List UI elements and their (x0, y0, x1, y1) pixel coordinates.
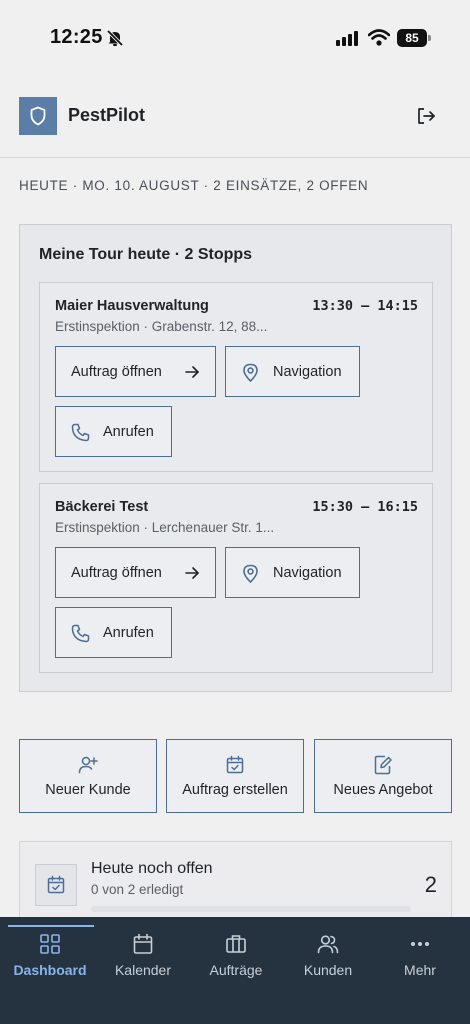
navigation-label: Navigation (273, 564, 342, 581)
nav-orders[interactable]: Aufträge (189, 917, 283, 987)
tour-panel: Meine Tour heute · 2 Stopps Maier Hausve… (19, 224, 452, 692)
create-order-button[interactable]: Auftrag erstellen (166, 739, 304, 813)
call-button[interactable]: Anrufen (55, 607, 172, 658)
tour-stop: Bäckerei Test 15:30 – 16:15 Erstinspekti… (39, 483, 433, 673)
calendar-check-icon (47, 875, 65, 894)
call-label: Anrufen (103, 624, 154, 641)
map-pin-icon (243, 564, 258, 583)
status-bar: 12:25 85 (0, 0, 470, 72)
app-header: PestPilot (0, 95, 470, 158)
new-customer-button[interactable]: Neuer Kunde (19, 739, 157, 813)
app-logo (19, 97, 57, 135)
nav-calendar[interactable]: Kalender (96, 917, 190, 987)
cellular-signal-icon (336, 31, 358, 46)
open-order-button[interactable]: Auftrag öffnen (55, 547, 216, 598)
calendar-icon (133, 933, 153, 954)
nav-customers-label: Kunden (303, 962, 353, 978)
user-plus-icon (78, 756, 98, 774)
app-title: PestPilot (68, 105, 146, 125)
nav-calendar-label: Kalender (114, 962, 172, 978)
briefcase-icon (226, 935, 246, 953)
nav-customers[interactable]: Kunden (281, 917, 375, 987)
map-pin-icon (243, 363, 258, 382)
navigation-label: Navigation (273, 363, 342, 380)
open-today-subtitle: 0 von 2 erledigt (91, 882, 184, 897)
stop-time: 15:30 – 16:15 (312, 499, 418, 515)
phone-icon (71, 423, 90, 442)
stop-subtitle: Erstinspektion · Lerchenauer Str. 1... (55, 520, 275, 535)
tour-stop: Maier Hausverwaltung 13:30 – 14:15 Ersti… (39, 282, 433, 472)
new-quote-label: Neues Angebot (333, 782, 433, 798)
arrow-right-icon (185, 366, 199, 378)
open-today-count: 2 (424, 872, 437, 897)
navigation-button[interactable]: Navigation (225, 547, 360, 598)
nav-dashboard-label: Dashboard (13, 962, 87, 978)
bottom-navigation: Dashboard Kalender Aufträge Kunden Mehr (0, 917, 470, 1024)
new-quote-button[interactable]: Neues Angebot (314, 739, 452, 813)
call-button[interactable]: Anrufen (55, 406, 172, 457)
battery-indicator: 85 (397, 29, 431, 47)
arrow-right-icon (185, 567, 199, 579)
stop-time: 13:30 – 14:15 (312, 298, 418, 314)
users-icon (317, 935, 339, 954)
new-customer-label: Neuer Kunde (45, 782, 131, 798)
nav-more[interactable]: Mehr (373, 917, 467, 987)
create-order-label: Auftrag erstellen (182, 782, 288, 798)
open-order-label: Auftrag öffnen (71, 564, 162, 581)
document-edit-icon (374, 755, 392, 775)
bell-off-icon (106, 29, 124, 47)
calendar-check-icon (226, 755, 244, 774)
open-today-progress-bar (91, 906, 411, 912)
stop-customer-name: Bäckerei Test (55, 499, 149, 515)
navigation-button[interactable]: Navigation (225, 346, 360, 397)
logout-icon[interactable] (415, 105, 437, 127)
more-icon (411, 942, 429, 946)
open-order-button[interactable]: Auftrag öffnen (55, 346, 216, 397)
tour-title: Meine Tour heute · 2 Stopps (39, 246, 253, 263)
wifi-icon (368, 29, 390, 46)
nav-orders-label: Aufträge (209, 962, 263, 978)
open-order-label: Auftrag öffnen (71, 363, 162, 380)
shield-icon (30, 106, 46, 126)
open-today-icon-box (35, 864, 77, 906)
nav-dashboard[interactable]: Dashboard (3, 917, 97, 987)
grid-icon (40, 934, 60, 954)
status-time: 12:25 (50, 26, 103, 48)
stop-customer-name: Maier Hausverwaltung (55, 298, 209, 314)
call-label: Anrufen (103, 423, 154, 440)
stop-subtitle: Erstinspektion · Grabenstr. 12, 88... (55, 319, 268, 334)
phone-icon (71, 624, 90, 643)
nav-more-label: Mehr (404, 962, 436, 978)
open-today-title: Heute noch offen (91, 860, 213, 877)
date-summary: HEUTE · MO. 10. AUGUST · 2 EINSÄTZE, 2 O… (19, 178, 369, 193)
